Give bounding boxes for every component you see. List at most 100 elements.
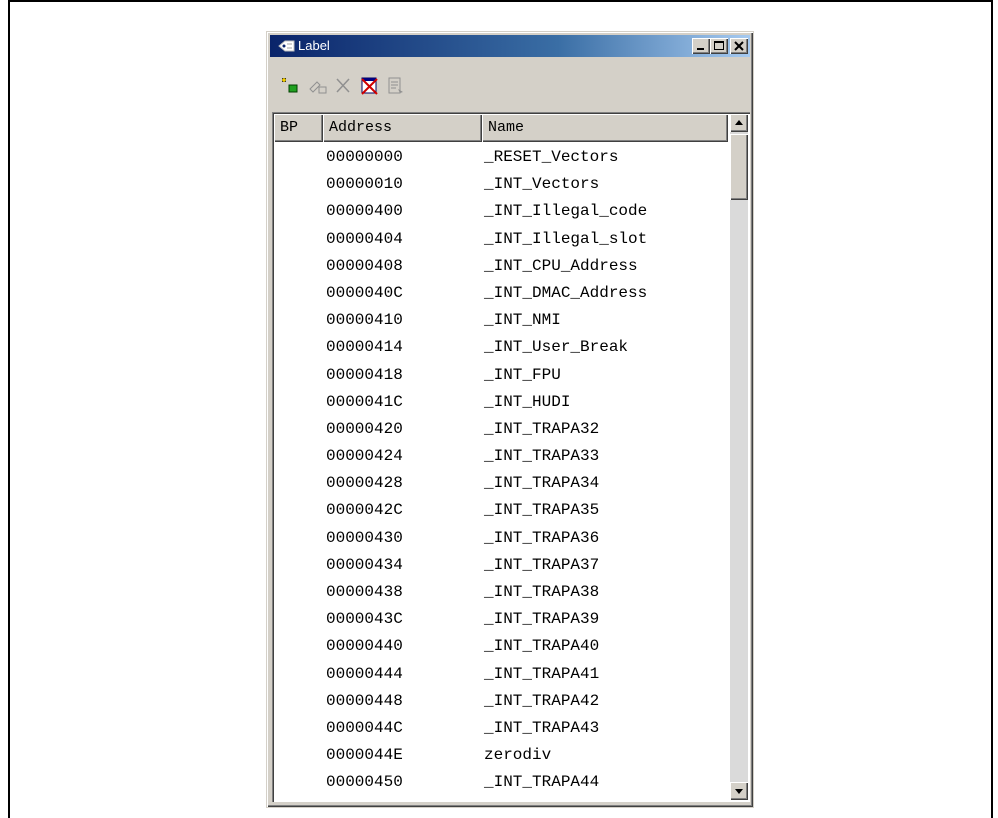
add-label-button[interactable] <box>279 75 301 97</box>
view-source-button[interactable] <box>385 75 407 97</box>
arrow-down-icon <box>735 789 743 794</box>
edit-label-icon <box>309 81 327 94</box>
address-cell: 00000440 <box>326 637 403 656</box>
table-row[interactable]: 00000418 _INT_FPU <box>274 360 722 387</box>
table-row[interactable]: 0000044E zerodiv <box>274 740 722 767</box>
scroll-down-button[interactable] <box>730 782 748 800</box>
name-cell: _INT_FPU <box>484 365 561 384</box>
name-cell: _INT_TRAPA44 <box>484 773 600 792</box>
close-icon <box>734 41 744 51</box>
address-cell: 0000040C <box>326 283 403 302</box>
column-header-name[interactable]: Name <box>482 114 728 142</box>
window-title: Label <box>298 38 330 53</box>
close-button[interactable] <box>730 38 748 54</box>
table-row[interactable]: 00000424 _INT_TRAPA33 <box>274 441 722 468</box>
address-cell: 00000444 <box>326 664 403 683</box>
delete-label-button[interactable] <box>333 75 355 97</box>
table-row[interactable]: 00000420 _INT_TRAPA32 <box>274 414 722 441</box>
table-row[interactable]: 00000408 _INT_CPU_Address <box>274 251 722 278</box>
address-cell: 00000404 <box>326 229 403 248</box>
name-cell: _INT_TRAPA33 <box>484 447 600 466</box>
name-cell: _INT_TRAPA43 <box>484 718 600 737</box>
scroll-thumb[interactable] <box>730 134 748 200</box>
table-row[interactable]: 00000400 _INT_Illegal_code <box>274 196 722 223</box>
maximize-button[interactable] <box>710 38 728 54</box>
name-cell: _INT_Vectors <box>484 175 600 194</box>
address-cell: 0000044C <box>326 718 403 737</box>
name-cell: _INT_TRAPA38 <box>484 583 600 601</box>
vertical-scrollbar[interactable] <box>730 114 748 800</box>
name-cell: _INT_CPU_Address <box>484 256 638 275</box>
name-cell: _INT_TRAPA34 <box>484 474 600 493</box>
address-cell: 0000044E <box>326 746 403 765</box>
minimize-button[interactable] <box>692 38 710 54</box>
scroll-up-button[interactable] <box>730 114 748 132</box>
label-rows: 00000000 _RESET_Vectors 00000010 _INT_Vecto… <box>274 142 722 795</box>
address-cell: 00000424 <box>326 447 403 466</box>
table-row[interactable]: 00000448 _INT_TRAPA42 <box>274 686 722 713</box>
table-row[interactable]: 00000414 _INT_User_Break <box>274 332 722 359</box>
table-row[interactable]: 0000042C _INT_TRAPA35 <box>274 495 722 522</box>
column-header-bp[interactable]: BP <box>274 114 323 142</box>
label-window-icon <box>278 40 295 52</box>
name-cell: _INT_TRAPA39 <box>484 610 600 629</box>
address-cell: 00000438 <box>326 583 403 601</box>
column-header-address[interactable]: Address <box>323 114 482 142</box>
table-row[interactable]: 0000043C _INT_TRAPA39 <box>274 604 722 631</box>
label-list: BP Address Name 00000000 _RESET_Vectors 00… <box>272 112 750 802</box>
delete-all-icon <box>361 77 378 95</box>
name-cell: _INT_TRAPA41 <box>484 664 600 683</box>
address-cell: 00000010 <box>326 175 403 194</box>
name-cell: _INT_User_Break <box>484 338 629 357</box>
address-cell: 0000042C <box>326 501 403 520</box>
table-row[interactable]: 00000430 _INT_TRAPA36 <box>274 523 722 550</box>
title-bar[interactable]: Label <box>270 35 750 57</box>
table-row[interactable]: 0000044C _INT_TRAPA43 <box>274 713 722 740</box>
table-row[interactable]: 00000404 _INT_Illegal_slot <box>274 224 722 251</box>
name-cell: _INT_TRAPA40 <box>484 637 600 656</box>
maximize-icon <box>714 41 724 50</box>
name-cell: _INT_TRAPA32 <box>484 419 600 438</box>
table-row[interactable]: 0000041C _INT_HUDI <box>274 387 722 414</box>
address-cell: 00000420 <box>326 419 403 438</box>
address-cell: 00000414 <box>326 338 403 357</box>
address-cell: 00000000 <box>326 148 403 166</box>
name-cell: _INT_DMAC_Address <box>484 283 648 302</box>
name-cell: _INT_TRAPA37 <box>484 555 600 574</box>
name-cell: _INT_NMI <box>484 311 561 330</box>
address-cell: 00000428 <box>326 474 403 493</box>
delete-all-labels-button[interactable] <box>359 75 381 97</box>
edit-label-button[interactable] <box>307 75 329 97</box>
name-cell: _INT_TRAPA42 <box>484 691 600 710</box>
address-cell: 0000043C <box>326 610 403 629</box>
table-row[interactable]: 00000434 _INT_TRAPA37 <box>274 550 722 577</box>
name-cell: _RESET_Vectors <box>484 148 619 166</box>
address-cell: 0000041C <box>326 392 403 411</box>
table-row[interactable]: 00000410 _INT_NMI <box>274 305 722 332</box>
name-cell: _INT_HUDI <box>484 392 571 411</box>
address-cell: 00000434 <box>326 555 403 574</box>
address-cell: 00000410 <box>326 311 403 330</box>
table-row[interactable]: 00000450 _INT_TRAPA44 <box>274 767 722 794</box>
table-row[interactable]: 00000010 _INT_Vectors <box>274 169 722 196</box>
table-row[interactable]: 00000444 _INT_TRAPA41 <box>274 659 722 686</box>
delete-icon <box>336 78 350 93</box>
name-cell: _INT_TRAPA35 <box>484 501 600 520</box>
address-cell: 00000418 <box>326 365 403 384</box>
table-row[interactable]: 00000428 _INT_TRAPA34 <box>274 468 722 495</box>
label-window: Label BP Address Name 00000000 _RESET_Ve… <box>266 31 754 808</box>
minimize-icon <box>697 48 704 50</box>
address-cell: 00000448 <box>326 691 403 710</box>
address-cell: 00000430 <box>326 528 403 547</box>
arrow-up-icon <box>735 120 743 125</box>
view-source-icon <box>388 77 403 94</box>
name-cell: _INT_Illegal_code <box>484 202 648 221</box>
table-row[interactable]: 00000440 _INT_TRAPA40 <box>274 631 722 658</box>
name-cell: zerodiv <box>484 746 552 765</box>
name-cell: _INT_Illegal_slot <box>484 229 648 248</box>
table-row[interactable]: 0000040C _INT_DMAC_Address <box>274 278 722 305</box>
add-label-icon <box>282 78 298 93</box>
address-cell: 00000450 <box>326 773 403 792</box>
table-row[interactable]: 00000000 _RESET_Vectors <box>274 142 722 169</box>
table-row[interactable]: 00000438 _INT_TRAPA38 <box>274 577 722 604</box>
